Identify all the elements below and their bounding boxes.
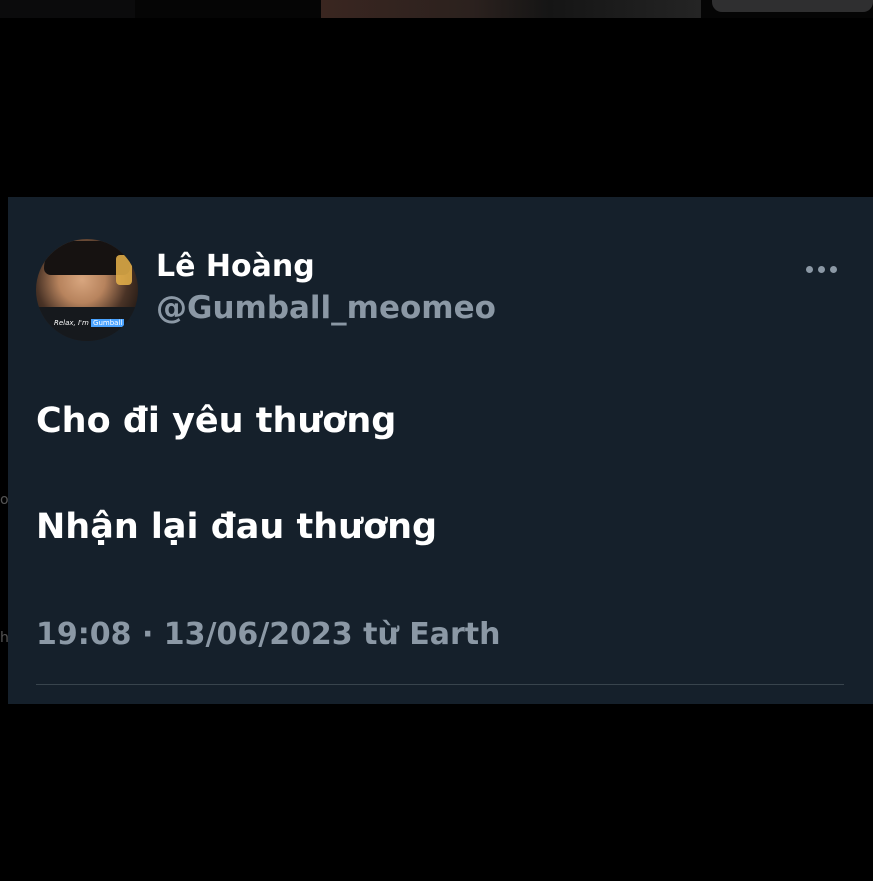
more-horizontal-icon[interactable] [806,263,842,275]
avatar-caption-text: Relax, I'm [54,319,89,327]
background-thumbnail [0,0,135,18]
divider [36,684,844,685]
author-handle[interactable]: @Gumball_meomeo [156,290,496,326]
more-dot [818,265,825,273]
avatar[interactable]: Relax, I'm Gumball [36,239,138,341]
tweet-card: Relax, I'm Gumball Lê Hoàng @Gumball_meo… [8,197,873,704]
background-thumbnail [712,0,873,12]
background-thumbnails [0,0,873,18]
avatar-background-lamp [116,255,132,285]
avatar-caption: Relax, I'm Gumball [54,319,125,327]
more-dot [806,265,813,273]
tweet-text-line: Nhận lại đau thương [36,507,438,547]
avatar-caption-tag: Gumball [91,319,125,327]
tweet-text-line: Cho đi yêu thương [36,401,397,441]
tweet-timestamp[interactable]: 19:08 · 13/06/2023 từ Earth [36,617,501,652]
background-thumbnail [321,0,701,18]
author-display-name[interactable]: Lê Hoàng [156,249,315,284]
more-dot [830,265,837,273]
